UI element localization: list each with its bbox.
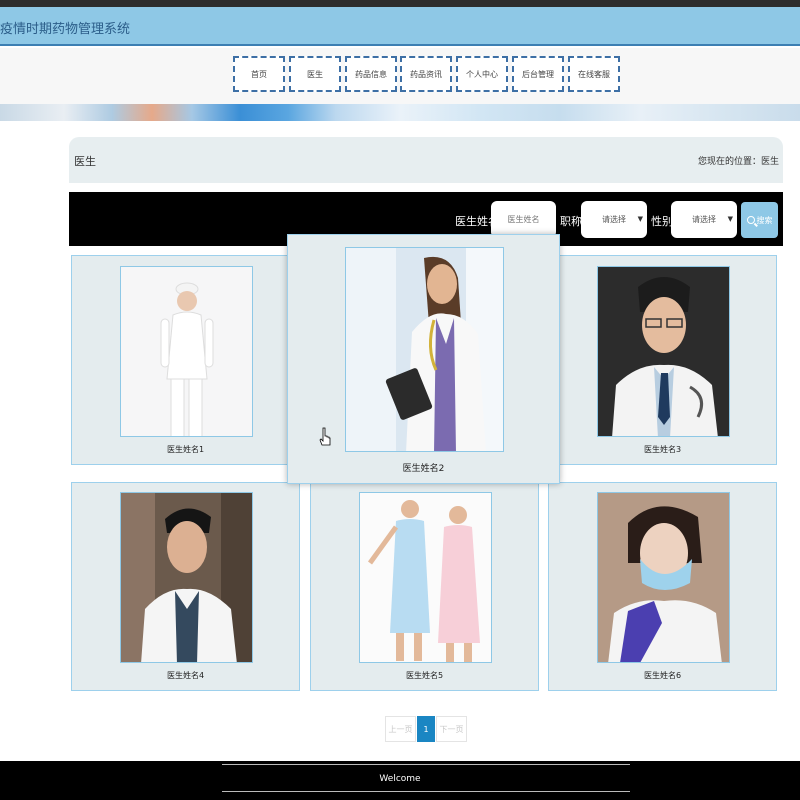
banner-image <box>0 104 800 121</box>
doctor-photo-3[interactable] <box>597 266 730 437</box>
footer-welcome: Welcome <box>379 774 421 784</box>
doctor-photo-1-image <box>121 267 252 436</box>
doctor-photo-1[interactable] <box>120 266 253 437</box>
nav-item-online-service[interactable]: 在线客服 <box>568 56 620 92</box>
gender-select[interactable]: 请选择 ▼ <box>671 201 737 238</box>
search-button[interactable]: 搜索 <box>741 202 778 238</box>
doctor-name-4: 医生姓名4 <box>166 671 205 680</box>
search-button-label: 搜索 <box>756 215 773 225</box>
doctor-photo-2-image <box>346 248 503 451</box>
footer-divider <box>222 764 630 765</box>
title-select-value: 请选择 <box>602 215 626 224</box>
doctor-card-4[interactable]: 医生姓名4 <box>71 482 300 691</box>
doctor-card-5[interactable]: 医生姓名5 <box>310 482 539 691</box>
page-title: 医生 <box>74 155 96 168</box>
footer-divider <box>222 791 630 792</box>
doctor-photo-3-image <box>598 267 729 436</box>
doctor-photo-6[interactable] <box>597 492 730 663</box>
site-header: 疫情时期药物管理系统 <box>0 7 800 46</box>
site-title: 疫情时期药物管理系统 <box>0 22 131 37</box>
prev-page-button[interactable]: 上一页 <box>385 716 416 742</box>
top-strip <box>0 0 800 7</box>
footer: Welcome <box>0 761 800 800</box>
doctor-name-5: 医生姓名5 <box>405 671 444 680</box>
doctor-card-3[interactable]: 医生姓名3 <box>548 255 777 465</box>
nav-item-doctors[interactable]: 医生 <box>289 56 341 92</box>
nav-item-drug-info[interactable]: 药品信息 <box>345 56 397 92</box>
nav-item-admin[interactable]: 后台管理 <box>512 56 564 92</box>
gender-label: 性别 <box>651 215 673 228</box>
main-nav: 首页 医生 药品信息 药品资讯 个人中心 后台管理 在线客服 <box>0 48 800 104</box>
page-1-button[interactable]: 1 <box>417 716 435 742</box>
doctor-photo-5-image <box>360 493 491 662</box>
chevron-down-icon: ▼ <box>637 215 643 223</box>
nav-item-drug-news[interactable]: 药品资讯 <box>400 56 452 92</box>
doctor-card-6[interactable]: 医生姓名6 <box>548 482 777 691</box>
doctor-photo-4[interactable] <box>120 492 253 663</box>
title-label: 职称 <box>560 215 582 228</box>
nav-item-home[interactable]: 首页 <box>233 56 285 92</box>
next-page-button[interactable]: 下一页 <box>436 716 467 742</box>
doctor-name-1: 医生姓名1 <box>166 445 205 454</box>
section-header: 医生 您现在的位置：医生 <box>69 137 783 183</box>
doctor-name-3: 医生姓名3 <box>643 445 682 454</box>
gender-select-value: 请选择 <box>692 215 716 224</box>
nav-item-personal-center[interactable]: 个人中心 <box>456 56 508 92</box>
doctor-card-1[interactable]: 医生姓名1 <box>71 255 300 465</box>
breadcrumb: 您现在的位置：医生 <box>697 157 779 167</box>
hand-cursor-icon <box>319 427 331 451</box>
doctor-photo-5[interactable] <box>359 492 492 663</box>
chevron-down-icon: ▼ <box>727 215 733 223</box>
title-select[interactable]: 请选择 ▼ <box>581 201 647 238</box>
doctor-photo-4-image <box>121 493 252 662</box>
doctor-photo-2[interactable] <box>345 247 504 452</box>
doctor-photo-6-image <box>598 493 729 662</box>
doctor-name-2: 医生姓名2 <box>402 464 445 474</box>
doctor-name-input[interactable] <box>491 201 556 238</box>
doctor-name-6: 医生姓名6 <box>643 671 682 680</box>
search-icon <box>746 216 755 224</box>
